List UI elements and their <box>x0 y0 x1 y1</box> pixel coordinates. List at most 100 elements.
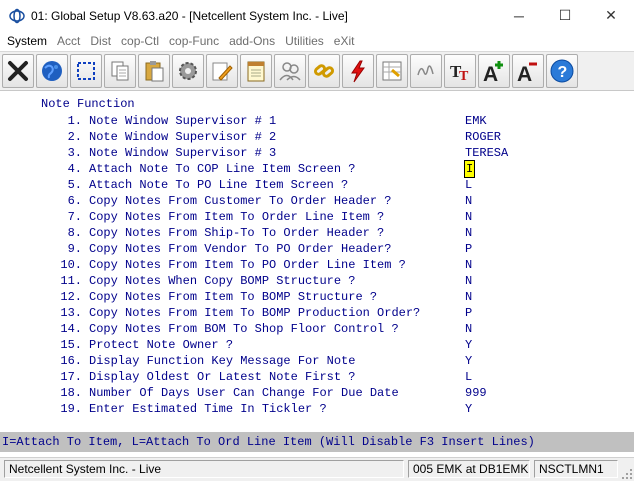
status-user: 005 EMK at DB1EMK <box>408 460 530 478</box>
row-number: 16. <box>60 354 82 368</box>
row-number: 9. <box>67 242 82 256</box>
row-label: Note Window Supervisor # 1 <box>89 114 277 128</box>
row-value[interactable]: L <box>465 369 472 385</box>
menu-cop-ctl[interactable]: cop-Ctl <box>116 34 164 48</box>
row-label: Copy Notes From Item To PO Order Line It… <box>89 258 406 272</box>
status-bar: Netcellent System Inc. - Live 005 EMK at… <box>0 457 634 481</box>
terminal-screen: Note Function 1. Note Window Supervisor #… <box>0 92 634 432</box>
row-number: 15. <box>60 338 82 352</box>
exit-button[interactable] <box>2 54 34 88</box>
link-button[interactable] <box>308 54 340 88</box>
row-value[interactable]: ROGER <box>465 129 501 145</box>
font-increase-icon: A <box>483 61 503 84</box>
row-label: Number Of Days User Can Change For Due D… <box>89 386 399 400</box>
setup-row: 18. Number Of Days User Can Change For Du… <box>0 385 634 401</box>
row-value[interactable]: P <box>465 241 472 257</box>
font-decrease-button[interactable]: A <box>512 54 544 88</box>
row-number: 7. <box>67 210 82 224</box>
row-value[interactable]: Y <box>465 401 472 417</box>
row-value[interactable]: N <box>465 209 472 225</box>
title-bar: 01: Global Setup V8.63.a20 - [Netcellent… <box>0 0 634 31</box>
settings-gear-icon <box>179 62 197 80</box>
row-label: Copy Notes From Customer To Order Header… <box>89 194 392 208</box>
toolbar: T T A A? <box>0 51 634 91</box>
svg-text:T: T <box>459 69 469 84</box>
row-value[interactable]: L <box>465 177 472 193</box>
active-field-input[interactable]: I <box>463 160 476 178</box>
select-button[interactable] <box>70 54 102 88</box>
status-company: Netcellent System Inc. - Live <box>4 460 404 478</box>
signature-button[interactable] <box>410 54 442 88</box>
users-button[interactable] <box>274 54 306 88</box>
setup-row: 14. Copy Notes From BOM To Shop Floor Con… <box>0 321 634 337</box>
setup-row: 11. Copy Notes When Copy BOMP Structure ?… <box>0 273 634 289</box>
row-number: 10. <box>60 258 82 272</box>
notepad-icon <box>247 61 265 82</box>
row-label: Copy Notes From BOM To Shop Floor Contro… <box>89 322 399 336</box>
copy-icon <box>111 61 129 81</box>
font-increase-button[interactable]: A <box>478 54 510 88</box>
edit-pencil-icon <box>212 62 233 81</box>
row-number: 11. <box>60 274 82 288</box>
menu-acct[interactable]: Acct <box>52 34 85 48</box>
menu-system[interactable]: System <box>2 34 52 48</box>
resize-grip-icon[interactable] <box>621 468 633 480</box>
row-label: Note Window Supervisor # 2 <box>89 130 277 144</box>
row-value[interactable]: N <box>465 289 472 305</box>
row-label: Copy Notes From Item To BOMP Structure ? <box>89 290 378 304</box>
row-value[interactable]: Y <box>465 337 472 353</box>
menu-cop-func[interactable]: cop-Func <box>164 34 224 48</box>
setup-row: 16. Display Function Key Message For Note… <box>0 353 634 369</box>
row-label: Attach Note To COP Line Item Screen ? <box>89 162 356 176</box>
svg-text:?: ? <box>558 64 568 81</box>
row-value[interactable]: EMK <box>465 113 487 129</box>
row-number: 2. <box>67 130 82 144</box>
row-label: Note Window Supervisor # 3 <box>89 146 277 160</box>
row-label: Copy Notes From Vendor To PO Order Heade… <box>89 242 392 256</box>
row-value[interactable]: Y <box>465 353 472 369</box>
row-number: 19. <box>60 402 82 416</box>
notes-button[interactable] <box>240 54 272 88</box>
row-value[interactable]: N <box>465 321 472 337</box>
menu-dist[interactable]: Dist <box>85 34 116 48</box>
help-icon: ? <box>550 59 574 83</box>
row-label: Display Oldest Or Latest Note First ? <box>89 370 356 384</box>
setup-row: 8. Copy Notes From Ship-To To Order Heade… <box>0 225 634 241</box>
svg-text:A: A <box>517 63 532 84</box>
users-icon <box>279 62 301 81</box>
row-value[interactable]: N <box>465 225 472 241</box>
minimize-button[interactable]: ─ <box>496 0 542 31</box>
row-value[interactable]: TERESA <box>465 145 508 161</box>
row-label: Copy Notes From Item To BOMP Production … <box>89 306 421 320</box>
close-button[interactable]: ✕ <box>588 0 634 31</box>
menu-add-ons[interactable]: add-Ons <box>224 34 280 48</box>
spreadsheet-button[interactable] <box>376 54 408 88</box>
web-button[interactable] <box>36 54 68 88</box>
menu-utilities[interactable]: Utilities <box>280 34 329 48</box>
font-icon: TT <box>450 62 469 84</box>
setup-row: 19. Enter Estimated Time In Tickler ? Y <box>0 401 634 417</box>
row-value[interactable]: 999 <box>465 385 487 401</box>
row-label: Copy Notes From Item To Order Line Item … <box>89 210 385 224</box>
paste-button[interactable] <box>138 54 170 88</box>
menu-exit[interactable]: eXit <box>329 34 360 48</box>
edit-button[interactable] <box>206 54 238 88</box>
row-label: Display Function Key Message For Note <box>89 354 356 368</box>
help-button[interactable]: ? <box>546 54 578 88</box>
chain-link-icon <box>313 64 335 78</box>
row-value[interactable]: P <box>465 305 472 321</box>
row-number: 12. <box>60 290 82 304</box>
row-number: 5. <box>67 178 82 192</box>
setup-row: 17. Display Oldest Or Latest Note First ?… <box>0 369 634 385</box>
maximize-button[interactable]: ☐ <box>542 0 588 31</box>
window-title: 01: Global Setup V8.63.a20 - [Netcellent… <box>31 8 348 23</box>
row-number: 8. <box>67 226 82 240</box>
copy-button[interactable] <box>104 54 136 88</box>
section-heading: Note Function <box>41 97 135 111</box>
font-button[interactable]: TT <box>444 54 476 88</box>
settings-button[interactable] <box>172 54 204 88</box>
run-button[interactable] <box>342 54 374 88</box>
row-value[interactable]: N <box>465 193 472 209</box>
row-value[interactable]: N <box>465 273 472 289</box>
row-value[interactable]: N <box>465 257 472 273</box>
